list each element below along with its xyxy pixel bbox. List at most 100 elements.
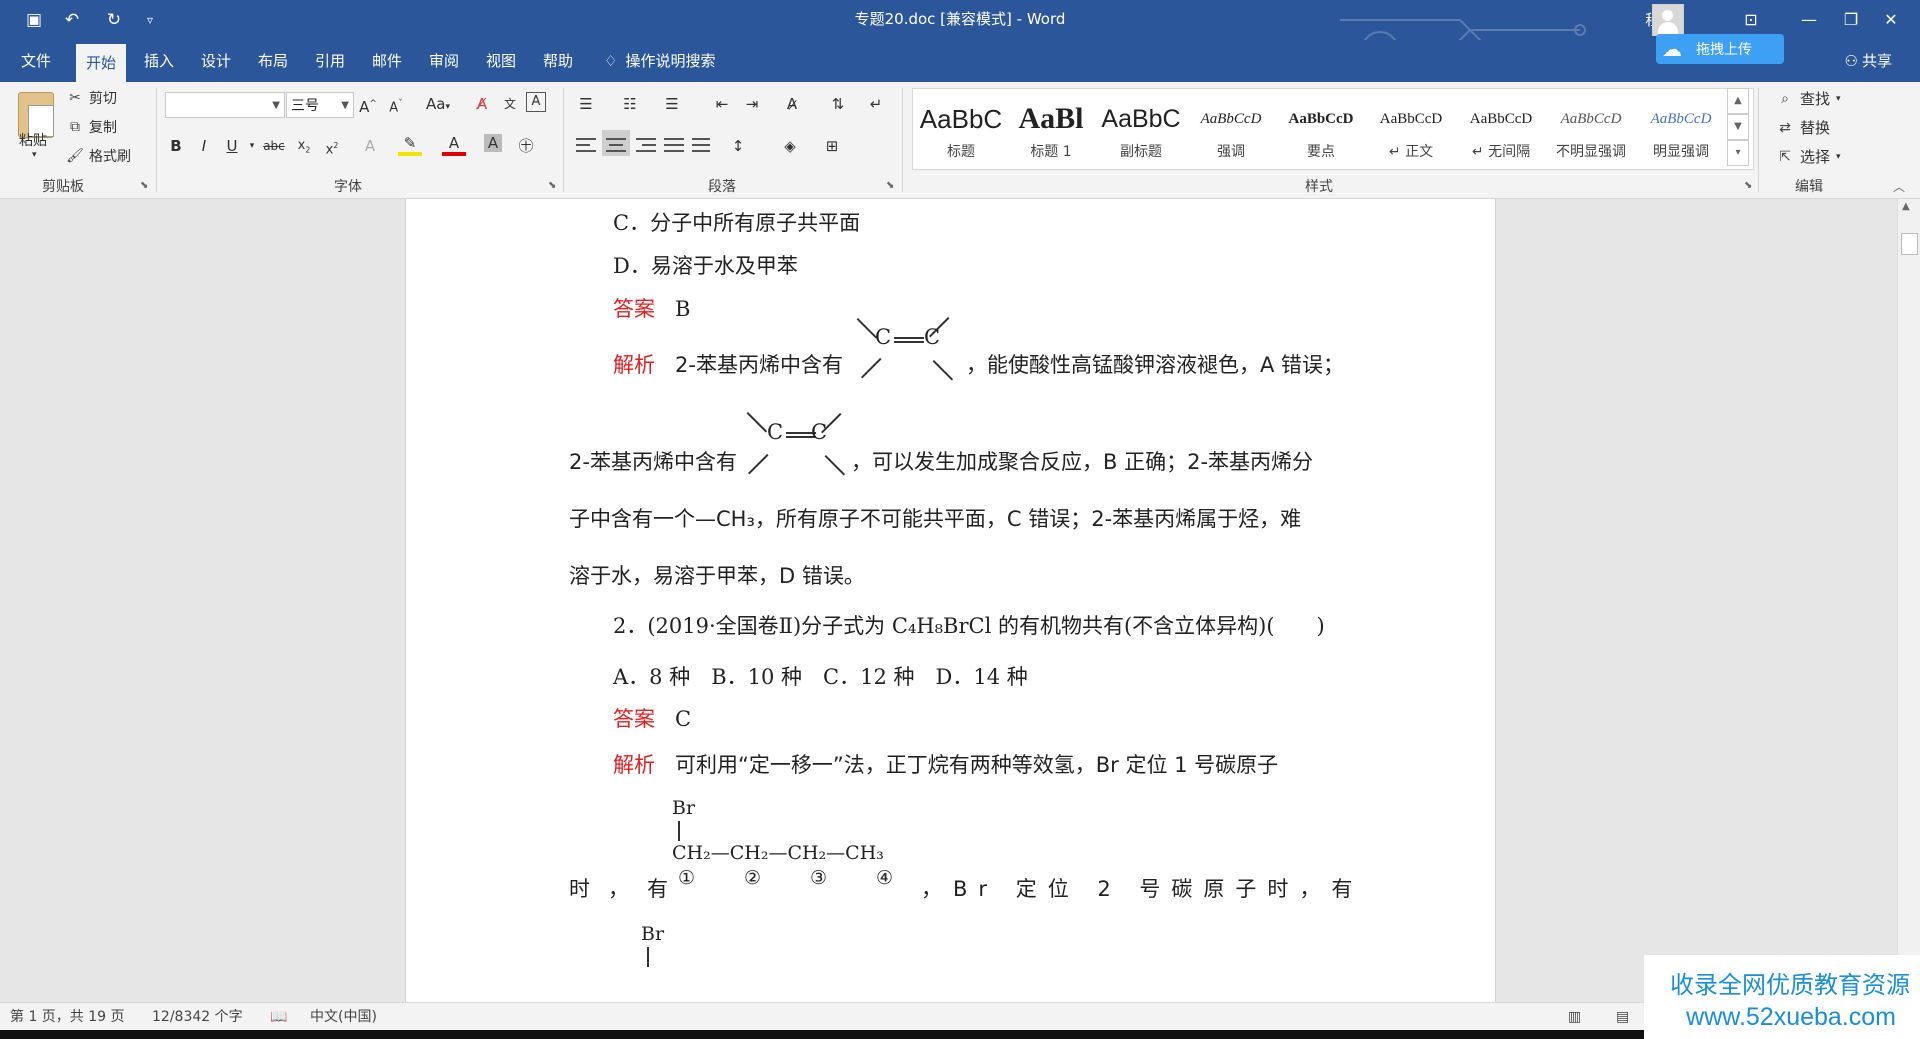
close-button[interactable]: ✕ [1862,0,1920,38]
text-effects-icon[interactable]: A [358,134,382,158]
tab-home[interactable]: 开始 [76,44,127,82]
tab-layout[interactable]: 布局 [248,40,298,82]
carbon-atom: C [767,420,784,444]
tab-help[interactable]: 帮助 [533,40,583,82]
analysis-line-2: 2-苯基丙烯中含有 [569,450,737,474]
highlight-icon[interactable]: ✎ [398,134,422,156]
character-border-icon[interactable]: A [526,92,546,112]
read-mode-icon[interactable]: ▥ [1568,1003,1581,1031]
show-marks-icon[interactable]: ↵ [864,92,888,116]
font-color-icon[interactable]: A [442,134,466,156]
collapse-ribbon-icon[interactable]: ︿ [1893,178,1905,195]
paste-button[interactable]: 粘贴 [19,130,47,150]
change-case-button[interactable]: Aa▾ [420,92,456,116]
style-strong[interactable]: AaBbCcD 要点 [1277,89,1365,169]
italic-icon[interactable]: I [192,134,216,158]
align-center-icon[interactable] [602,130,630,156]
sort-icon[interactable]: ⇅ [826,92,850,116]
line-spacing-icon[interactable]: ↕ [726,134,750,158]
replace-button[interactable]: ⇄ 替换 [1776,117,1830,138]
proofing-icon[interactable]: 📖 [270,1003,287,1031]
tab-insert[interactable]: 插入 [134,40,184,82]
shrink-font-icon[interactable]: Aˇ [384,92,408,116]
format-painter-button[interactable]: 🖌 格式刷 [66,146,131,166]
styles-gallery[interactable]: AaBbC 标题 AaBl 标题 1 AaBbC 副标题 AaBbCcD 强调 AaBb… [912,88,1754,170]
subscript-icon[interactable]: x2 [292,134,316,158]
font-size-combo[interactable]: 三号 ▼ [286,92,354,118]
gallery-more-icon[interactable]: ▾ [1727,140,1749,166]
clear-formatting-icon[interactable]: A̸ [470,92,494,116]
copy-button[interactable]: ⧉ 复制 [66,117,117,137]
increase-indent-icon[interactable]: ⇥ [740,92,764,116]
analysis-line-4: 溶于水，易溶于甲苯，D 错误。 [569,564,865,588]
tab-review[interactable]: 审阅 [419,40,469,82]
clipboard-group-label: 剪贴板 [42,179,84,195]
style-sample: AaBbCcD [1469,111,1533,127]
justify-icon[interactable] [664,134,690,158]
style-intense-emphasis[interactable]: AaBbCcD 明显强调 [1637,89,1725,169]
borders-icon[interactable]: ⊞ [820,134,844,158]
language-status[interactable]: 中文(中国) [310,1003,377,1031]
styles-launcher-icon[interactable]: ⬊ [1744,180,1752,191]
style-emphasis[interactable]: AaBbCcD 强调 [1187,89,1275,169]
gallery-down-icon[interactable]: ▼ [1727,114,1749,140]
find-button[interactable]: ⌕ 查找 ▾ [1776,88,1840,109]
shading-icon[interactable]: ◈ [778,134,802,158]
style-normal[interactable]: AaBbCcD ↵ 正文 [1367,89,1455,169]
select-button[interactable]: ⇱ 选择 ▾ [1776,146,1840,167]
style-title[interactable]: AaBbC 标题 [917,89,1005,169]
strikethrough-icon[interactable]: abc [262,134,286,158]
style-name: ↵ 无间隔 [1471,144,1531,160]
cut-button[interactable]: ✂ 剪切 [66,88,117,108]
enclosed-characters-icon[interactable]: ㊉ [514,134,538,158]
style-no-spacing[interactable]: AaBbCcD ↵ 无间隔 [1457,89,1545,169]
scroll-thumb[interactable] [1901,233,1918,255]
phonetic-guide-icon[interactable]: 文 [498,92,522,116]
search-icon: ⌕ [1781,90,1789,107]
avatar[interactable] [1652,4,1684,36]
answer-line-2: 答案 C [613,703,691,733]
ribbon-display-options-icon[interactable]: ⊡ [1722,0,1780,38]
paragraph-launcher-icon[interactable]: ⬊ [886,180,894,191]
font-name-combo[interactable]: ▼ [165,92,285,118]
tab-references[interactable]: 引用 [305,40,355,82]
character-shading-icon[interactable]: A [484,134,502,152]
decrease-indent-icon[interactable]: ⇤ [710,92,734,116]
share-label: 共享 [1861,52,1892,70]
print-layout-icon[interactable]: ▤ [1616,1003,1629,1031]
chinese-layout-icon[interactable]: A̷ [780,92,804,116]
scroll-up-icon[interactable]: ▲ [1902,201,1910,212]
font-launcher-icon[interactable]: ⬊ [548,180,556,191]
answer-label: 答案 [613,707,655,731]
numbering-icon[interactable]: ☷ [618,92,642,116]
clipboard-launcher-icon[interactable]: ⬊ [140,180,148,191]
underline-dropdown-icon[interactable]: ▾ [240,134,264,158]
page-count[interactable]: 第 1 页，共 19 页 [10,1003,125,1031]
gallery-up-icon[interactable]: ▲ [1727,88,1749,114]
copy-label: 复制 [89,120,117,136]
chevron-down-icon: ▼ [272,100,280,111]
document-page[interactable]: C．分子中所有原子共平面 D．易溶于水及甲苯 答案 B C C 解析 2-苯基丙烯中… [405,199,1496,1002]
upload-button[interactable]: ☁ 拖拽上传 [1656,34,1784,64]
superscript-icon[interactable]: x2 [320,134,344,158]
style-subtle-emphasis[interactable]: AaBbCcD 不明显强调 [1547,89,1635,169]
bold-icon[interactable]: B [164,134,188,158]
tab-file[interactable]: 文件 [11,40,61,82]
grow-font-icon[interactable]: A^ [356,92,380,116]
tell-me-search[interactable]: ♢ 操作说明搜索 [604,40,715,82]
distributed-icon[interactable] [692,134,718,158]
style-heading-1[interactable]: AaBl 标题 1 [1007,89,1095,169]
bullets-icon[interactable]: ☰ [574,92,598,116]
align-right-icon[interactable] [636,134,662,158]
style-subtitle[interactable]: AaBbC 副标题 [1097,89,1185,169]
word-count[interactable]: 12/8342 个字 [152,1003,243,1031]
multilevel-list-icon[interactable]: ☰ [660,92,684,116]
align-left-icon[interactable] [576,134,602,158]
paste-dropdown-icon[interactable]: ▾ [32,150,37,160]
tab-design[interactable]: 设计 [191,40,241,82]
tab-view[interactable]: 视图 [476,40,526,82]
vertical-scrollbar[interactable]: ▲ [1897,199,1920,1002]
share-button[interactable]: ⚇ 共享 [1845,40,1892,82]
analysis-text: 2-苯基丙烯中含有 [675,353,843,377]
tab-mailings[interactable]: 邮件 [362,40,412,82]
